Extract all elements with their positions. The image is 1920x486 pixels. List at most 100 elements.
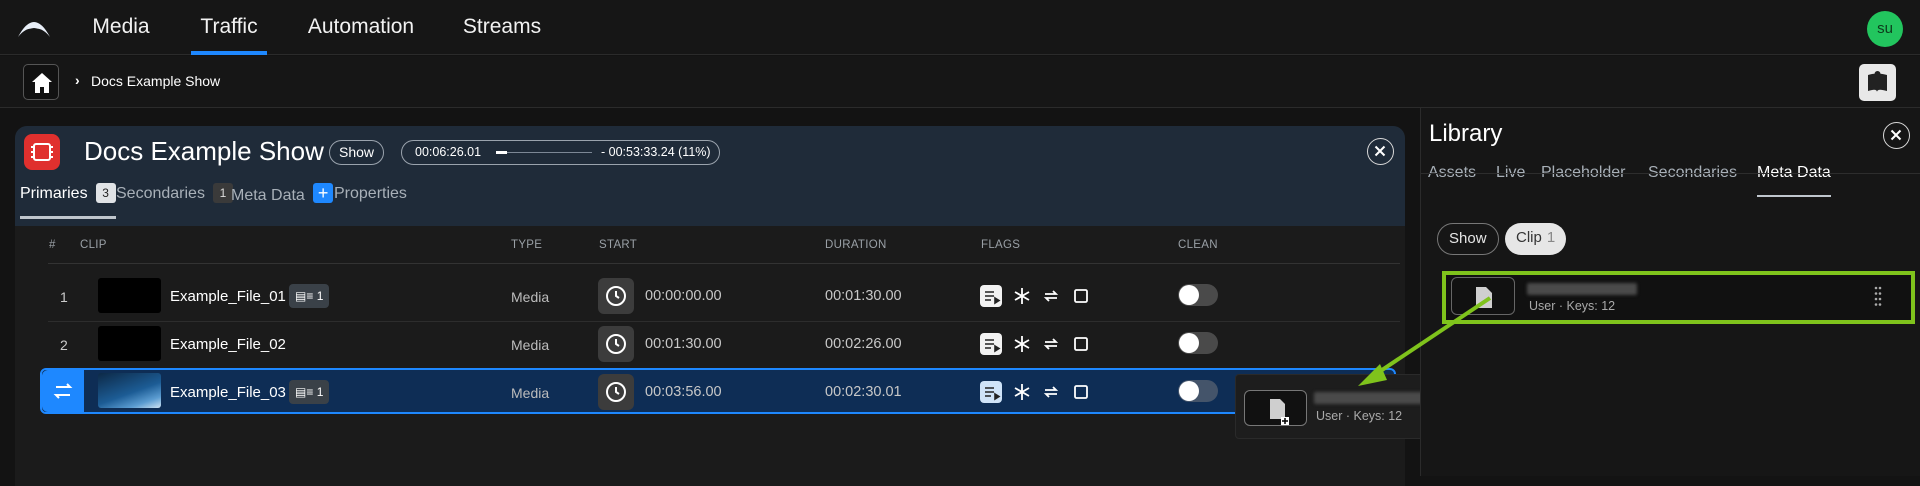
clip-type: Media [511,337,550,353]
tab-primaries-count: 3 [95,183,116,203]
film-icon [31,143,53,161]
clip-name: Example_File_01 [170,288,286,305]
close-icon [1890,129,1902,141]
start-time-button[interactable] [598,326,634,362]
meta-data-tag[interactable]: ▤≡ 1 [289,380,330,404]
breadcrumb-bar: › Docs Example Show [0,56,1920,108]
drag-direction-arrow [1358,296,1492,386]
swap-arrows-icon [53,383,73,399]
library-item-subtext: User · Keys: 12 [1529,299,1616,313]
start-time: 00:01:30.00 [645,336,722,352]
drag-handle[interactable] [42,370,84,412]
filter-chip-clip-label: Clip [1516,229,1542,246]
checkbox-flag-icon[interactable] [1070,285,1092,307]
clock-icon [606,382,626,402]
checkbox-flag-icon[interactable] [1070,381,1092,403]
loop-flag-icon[interactable] [1040,285,1062,307]
nav-tab-media[interactable]: Media [91,0,151,55]
column-header-number: # [49,239,56,251]
clean-toggle[interactable] [1178,332,1218,354]
playlist-flag-icon[interactable] [980,381,1002,403]
library-title: Library [1429,120,1503,147]
library-tab-placeholder[interactable]: Placeholder [1541,164,1626,197]
ghost-thumbnail [1244,390,1307,426]
row-divider [48,321,1400,322]
meta-count: 1 [316,385,324,399]
column-header-duration: DURATION [825,239,887,251]
tab-secondaries-count: 1 [212,183,233,203]
show-time-remaining: - 00:53:33.24 (11%) [601,145,711,159]
library-tab-live[interactable]: Live [1496,164,1525,197]
tab-primaries[interactable]: Primaries 3 [20,183,116,219]
clock-icon [606,286,626,306]
document-icon [1270,399,1289,425]
ghost-subtext: User · Keys: 12 [1316,409,1403,423]
checkbox-flag-icon[interactable] [1070,333,1092,355]
start-time-button[interactable] [598,374,634,410]
filter-chip-show[interactable]: Show [1437,223,1499,255]
clip-name: Example_File_03 [170,384,286,401]
duration: 00:01:30.00 [825,288,902,304]
progress-fill [496,151,507,154]
close-show-button[interactable] [1367,138,1394,165]
freeze-flag-icon[interactable] [1011,333,1033,355]
home-button[interactable] [23,64,59,100]
show-icon [24,134,60,170]
show-header: Docs Example Show Show 00:06:26.01 - 00:… [15,126,1405,226]
loop-flag-icon[interactable] [1040,333,1062,355]
clean-toggle[interactable] [1178,380,1218,402]
column-header-type: TYPE [511,239,543,251]
show-time-start: 00:06:26.01 [415,145,482,159]
column-header-start: START [599,239,638,251]
start-time-button[interactable] [598,278,634,314]
filter-chip-clip-count: 1 [1546,229,1556,246]
row-number: 2 [60,337,68,353]
show-type-badge: Show [329,140,385,165]
show-title: Docs Example Show [84,136,324,166]
library-tab-meta-data[interactable]: Meta Data [1757,164,1831,197]
app-logo-icon[interactable] [16,13,52,41]
header-divider [48,263,1400,264]
close-library-button[interactable] [1883,122,1910,149]
meta-data-tag[interactable]: ▤≡ 1 [289,284,330,308]
library-meta-item[interactable]: User · Keys: 12 [1442,271,1915,324]
filter-chip-clip[interactable]: Clip 1 [1505,223,1567,255]
tab-primaries-label: Primaries [20,185,88,202]
tab-properties[interactable]: Properties [334,183,407,219]
tab-meta-data-label: Meta Data [231,187,305,204]
library-toggle-button[interactable] [1859,64,1896,101]
library-icon [1868,71,1887,92]
tab-secondaries[interactable]: Secondaries 1 [116,183,233,219]
duration: 00:02:26.00 [825,336,902,352]
meta-card-icon: ▤≡ [295,289,317,303]
clip-type: Media [511,289,550,305]
filter-chip-show-label: Show [1449,230,1487,247]
playlist-flag-icon[interactable] [980,333,1002,355]
clean-toggle[interactable] [1178,284,1218,306]
clip-thumbnail [98,326,161,361]
column-header-clean: CLEAN [1178,239,1218,251]
add-meta-data-button[interactable]: + [312,183,334,203]
loop-flag-icon[interactable] [1040,381,1062,403]
tab-properties-label: Properties [334,185,407,202]
user-avatar[interactable]: su [1867,11,1903,47]
library-tab-secondaries[interactable]: Secondaries [1648,164,1737,197]
drag-grip-icon[interactable] [1874,285,1882,307]
clip-name: Example_File_02 [170,336,286,353]
meta-card-icon: ▤≡ [295,385,317,399]
nav-tab-automation[interactable]: Automation [306,0,416,55]
tab-meta-data[interactable]: Meta Data + [231,183,334,219]
start-time: 00:03:56.00 [645,384,722,400]
library-tab-assets[interactable]: Assets [1428,164,1476,197]
freeze-flag-icon[interactable] [1011,285,1033,307]
column-header-flags: FLAGS [981,239,1021,251]
freeze-flag-icon[interactable] [1011,381,1033,403]
clock-icon [606,334,626,354]
nav-tab-streams[interactable]: Streams [462,0,542,55]
top-navigation: Media Traffic Automation Streams su [0,0,1920,55]
breadcrumb-current[interactable]: Docs Example Show [91,73,220,89]
column-header-clip: CLIP [80,239,107,251]
playlist-flag-icon[interactable] [980,285,1002,307]
nav-tab-traffic[interactable]: Traffic [191,0,267,55]
start-time: 00:00:00.00 [645,288,722,304]
